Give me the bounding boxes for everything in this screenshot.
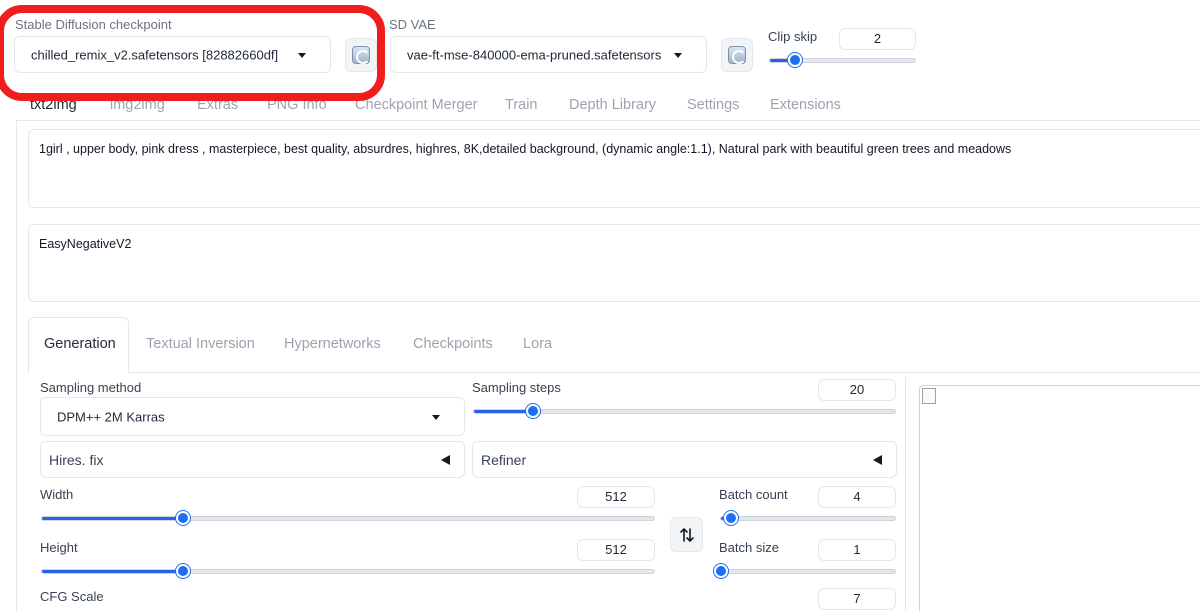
slider-handle[interactable]	[787, 53, 802, 67]
slider-fill	[42, 570, 183, 573]
batch-size-slider[interactable]	[714, 564, 896, 578]
width-slider[interactable]	[41, 511, 655, 525]
batch-count-label: Batch count	[719, 487, 788, 502]
negative-prompt-input[interactable]: EasyNegativeV2	[28, 224, 1200, 302]
sampling-method-label: Sampling method	[40, 380, 142, 395]
batch-count-slider[interactable]	[720, 511, 896, 525]
width-label: Width	[40, 487, 74, 502]
tab-hypernetworks[interactable]: Hypernetworks	[284, 336, 381, 352]
tab-png-info[interactable]: PNG Info	[267, 97, 327, 113]
slider-handle[interactable]	[724, 511, 739, 525]
tab-textual-inversion[interactable]: Textual Inversion	[146, 336, 255, 352]
sampling-method-select[interactable]: DPM++ 2M Karras	[40, 397, 465, 436]
sampling-steps-label: Sampling steps	[472, 380, 561, 395]
batch-size-label: Batch size	[719, 540, 779, 555]
slider-fill	[42, 517, 183, 520]
slider-fill	[474, 410, 533, 413]
triangle-left-icon	[873, 454, 882, 465]
height-slider[interactable]	[41, 564, 655, 578]
tab-generation[interactable]: Generation	[44, 336, 116, 352]
checkpoint-label: Stable Diffusion checkpoint	[15, 17, 172, 32]
swap-dimensions-button[interactable]	[670, 517, 703, 552]
slider-handle[interactable]	[175, 564, 190, 578]
clip-skip-input[interactable]: 2	[839, 28, 916, 50]
checkpoint-value: chilled_remix_v2.safetensors [82882660df…	[31, 47, 279, 62]
negative-prompt-text: EasyNegativeV2	[39, 237, 132, 251]
swap-vertical-icon	[679, 527, 694, 542]
tab-divider	[16, 120, 1200, 121]
output-divider	[905, 377, 906, 611]
triangle-left-icon	[441, 454, 450, 465]
height-label: Height	[40, 540, 78, 555]
tab-extensions[interactable]: Extensions	[770, 97, 841, 113]
height-input[interactable]: 512	[577, 539, 655, 561]
refiner-label: Refiner	[481, 451, 527, 468]
refiner-accordion[interactable]: Refiner	[472, 441, 897, 478]
tab-checkpoints[interactable]: Checkpoints	[413, 336, 493, 352]
sampling-steps-slider[interactable]	[473, 404, 896, 418]
chevron-down-icon	[674, 52, 682, 58]
refresh-icon	[728, 46, 746, 64]
cfg-scale-label: CFG Scale	[40, 589, 104, 604]
chevron-down-icon	[432, 414, 440, 420]
slider-handle[interactable]	[175, 511, 190, 525]
checkpoint-refresh-button[interactable]	[345, 38, 377, 72]
slider-handle[interactable]	[714, 564, 728, 578]
prompt-input[interactable]: 1girl , upper body, pink dress , masterp…	[28, 129, 1200, 208]
cfg-scale-input[interactable]: 7	[818, 588, 896, 610]
hires-fix-accordion[interactable]: Hires. fix	[40, 441, 465, 478]
tab-extras[interactable]: Extras	[197, 97, 238, 113]
sampling-steps-input[interactable]: 20	[818, 379, 896, 401]
tab-txt2img[interactable]: txt2img	[30, 97, 77, 113]
clip-skip-label: Clip skip	[768, 29, 818, 44]
hires-fix-label: Hires. fix	[49, 451, 104, 468]
tab-lora[interactable]: Lora	[523, 336, 552, 352]
vae-label: SD VAE	[389, 17, 436, 32]
broken-image-icon	[922, 388, 936, 404]
slider-handle[interactable]	[525, 404, 540, 418]
width-input[interactable]: 512	[577, 486, 655, 508]
output-image-panel	[919, 385, 1200, 611]
prompt-text: 1girl , upper body, pink dress , masterp…	[39, 142, 1012, 156]
tab-settings[interactable]: Settings	[687, 97, 739, 113]
refresh-icon	[352, 46, 370, 64]
tab-checkpoint-merger[interactable]: Checkpoint Merger	[355, 97, 478, 113]
batch-count-input[interactable]: 4	[818, 486, 896, 508]
sampling-method-value: DPM++ 2M Karras	[57, 409, 165, 424]
sub-tab-divider	[129, 372, 1200, 373]
tab-depth-library[interactable]: Depth Library	[569, 97, 656, 113]
panel-border	[16, 120, 17, 611]
batch-size-input[interactable]: 1	[818, 539, 896, 561]
chevron-down-icon	[298, 52, 306, 58]
clip-skip-slider[interactable]	[769, 53, 916, 67]
checkpoint-select[interactable]: chilled_remix_v2.safetensors [82882660df…	[14, 36, 331, 73]
vae-select[interactable]: vae-ft-mse-840000-ema-pruned.safetensors	[390, 36, 707, 73]
tab-train[interactable]: Train	[505, 97, 538, 113]
vae-refresh-button[interactable]	[721, 38, 753, 72]
tab-img2img[interactable]: img2img	[110, 97, 165, 113]
vae-value: vae-ft-mse-840000-ema-pruned.safetensors	[407, 47, 662, 62]
